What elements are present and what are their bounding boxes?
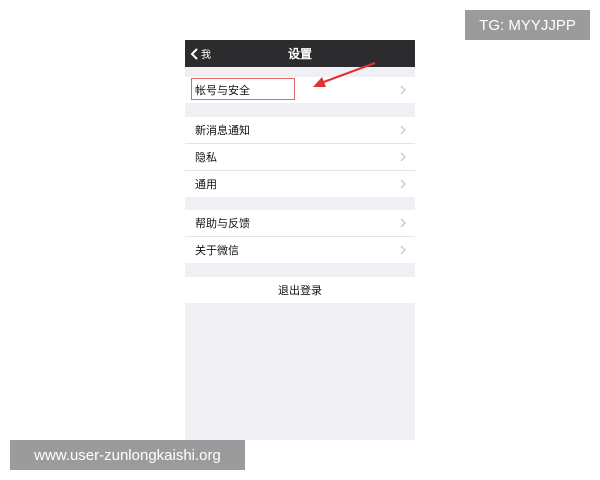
tg-badge: TG: MYYJJPP xyxy=(465,10,590,40)
settings-item-label: 新消息通知 xyxy=(195,124,250,137)
settings-group-main: 新消息通知 隐私 通用 xyxy=(185,117,415,197)
settings-item-label: 隐私 xyxy=(195,151,217,164)
chevron-right-icon xyxy=(400,125,406,135)
chevron-right-icon xyxy=(400,179,406,189)
settings-item-label: 帮助与反馈 xyxy=(195,217,250,230)
settings-group-help: 帮助与反馈 关于微信 xyxy=(185,210,415,263)
chevron-right-icon xyxy=(400,245,406,255)
chevron-right-icon xyxy=(400,218,406,228)
chevron-right-icon xyxy=(400,152,406,162)
annotation-arrow-icon xyxy=(313,62,376,87)
page-title: 设置 xyxy=(287,47,312,61)
settings-item-help-feedback[interactable]: 帮助与反馈 xyxy=(185,210,415,236)
settings-item-privacy[interactable]: 隐私 xyxy=(185,143,415,170)
settings-item-label: 通用 xyxy=(195,178,217,191)
settings-item-about-wechat[interactable]: 关于微信 xyxy=(185,236,415,263)
settings-item-general[interactable]: 通用 xyxy=(185,170,415,197)
settings-item-label: 关于微信 xyxy=(195,244,239,257)
settings-screen: 我 设置 帐号与安全 新消息通知 隐私 通用 帮助与反馈 关于微信 退出登录 xyxy=(185,40,415,440)
watermark: www.user-zunlongkaishi.org xyxy=(10,440,245,470)
chevron-right-icon xyxy=(400,85,406,95)
settings-item-notifications[interactable]: 新消息通知 xyxy=(185,117,415,143)
highlight-box xyxy=(191,78,295,100)
nav-bar: 我 设置 xyxy=(185,40,415,67)
logout-button[interactable]: 退出登录 xyxy=(185,277,415,303)
